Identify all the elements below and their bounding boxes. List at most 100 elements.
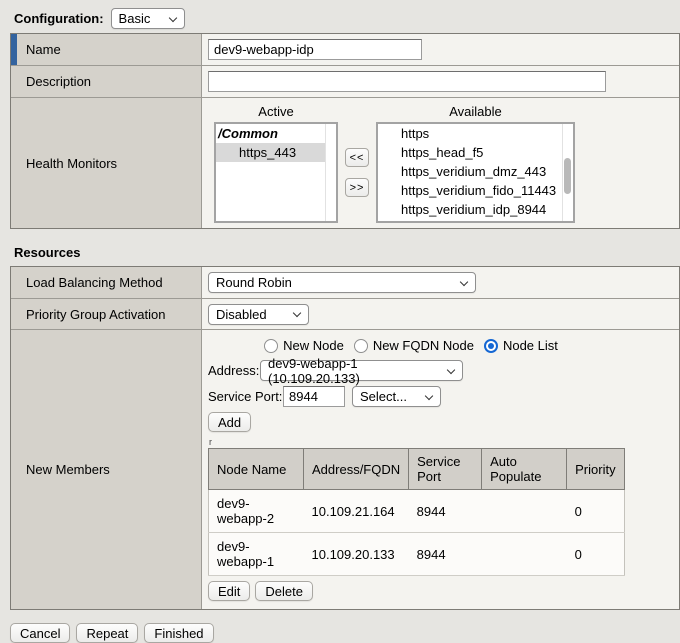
load-balancing-row: Load Balancing Method Round Robin xyxy=(11,267,679,299)
resources-section-title: Resources xyxy=(14,245,680,260)
port-preset-select[interactable]: Select... xyxy=(352,386,441,407)
spacer xyxy=(338,104,376,119)
cell-auto-populate xyxy=(482,533,567,576)
new-members-label-cell: New Members xyxy=(11,330,202,609)
configuration-select[interactable]: Basic xyxy=(111,8,185,29)
address-select-value: dev9-webapp-1 (10.109.20.133) xyxy=(268,356,439,386)
radio-option-new-node[interactable]: New Node xyxy=(264,338,344,353)
load-balancing-select-value: Round Robin xyxy=(216,275,292,290)
name-label: Name xyxy=(26,42,61,57)
new-members-value-cell: New Node New FQDN Node Node List Address… xyxy=(202,330,679,609)
service-port-label: Service Port: xyxy=(208,389,283,404)
available-monitor-item[interactable]: https_veridium_fido_11443 xyxy=(378,181,562,200)
address-label: Address: xyxy=(208,363,260,378)
priority-group-label: Priority Group Activation xyxy=(26,307,165,322)
address-line: Address: dev9-webapp-1 (10.109.20.133) xyxy=(208,360,679,381)
configuration-bar: Configuration: Basic xyxy=(0,0,680,33)
name-row: Name xyxy=(11,34,679,66)
cancel-button[interactable]: Cancel xyxy=(10,623,70,643)
active-list-scrollbar[interactable] xyxy=(325,124,336,221)
footer-actions: Cancel Repeat Finished xyxy=(10,623,680,643)
cell-service-port: 8944 xyxy=(409,533,482,576)
priority-group-label-cell: Priority Group Activation xyxy=(11,299,202,329)
priority-group-select[interactable]: Disabled xyxy=(208,304,309,325)
cell-priority: 0 xyxy=(567,533,624,576)
name-label-cell: Name xyxy=(11,34,202,65)
repeat-button[interactable]: Repeat xyxy=(76,623,138,643)
description-label: Description xyxy=(26,74,91,89)
header-service-port: Service Port xyxy=(409,449,482,490)
chevron-down-icon xyxy=(168,13,176,21)
cell-auto-populate xyxy=(482,490,567,533)
load-balancing-label: Load Balancing Method xyxy=(26,275,163,290)
active-partition-label: /Common xyxy=(216,124,336,143)
scrollbar-thumb[interactable] xyxy=(564,158,571,194)
move-to-available-button[interactable]: >> xyxy=(345,178,369,197)
service-port-input[interactable] xyxy=(283,386,345,407)
available-list-scrollbar[interactable] xyxy=(562,124,573,221)
radio-option-node-list[interactable]: Node List xyxy=(484,338,558,353)
move-to-active-button[interactable]: << xyxy=(345,148,369,167)
priority-group-select-value: Disabled xyxy=(216,307,267,322)
edit-button[interactable]: Edit xyxy=(208,581,250,601)
delete-button[interactable]: Delete xyxy=(255,581,313,601)
name-value-cell xyxy=(202,34,679,65)
cell-address: 10.109.20.133 xyxy=(304,533,409,576)
monitor-move-buttons: << >> xyxy=(338,122,376,223)
load-balancing-select[interactable]: Round Robin xyxy=(208,272,476,293)
new-members-label: New Members xyxy=(26,462,110,477)
cell-node-name: dev9-webapp-2 xyxy=(209,490,304,533)
members-header-row: Node Name Address/FQDN Service Port Auto… xyxy=(209,449,625,490)
chevron-down-icon xyxy=(447,365,455,373)
cell-address: 10.109.21.164 xyxy=(304,490,409,533)
configuration-select-value: Basic xyxy=(119,11,151,26)
description-value-cell xyxy=(202,66,679,97)
new-members-row: New Members New Node New FQDN Node Node … xyxy=(11,330,679,609)
radio-option-new-fqdn-node[interactable]: New FQDN Node xyxy=(354,338,474,353)
configuration-table: Name Description Health Monitors Active … xyxy=(10,33,680,229)
header-priority: Priority xyxy=(567,449,624,490)
member-row[interactable]: dev9-webapp-2 10.109.21.164 8944 0 xyxy=(209,490,625,533)
available-list-header: Available xyxy=(376,104,575,119)
name-input[interactable] xyxy=(208,39,422,60)
description-input[interactable] xyxy=(208,71,606,92)
radio-icon[interactable] xyxy=(264,339,278,353)
member-actions: Edit Delete xyxy=(208,581,679,601)
description-label-cell: Description xyxy=(11,66,202,97)
active-monitor-item[interactable]: https_443 xyxy=(216,143,325,162)
address-select[interactable]: dev9-webapp-1 (10.109.20.133) xyxy=(260,360,463,381)
chevron-down-icon xyxy=(460,277,468,285)
node-type-radio-group: New Node New FQDN Node Node List xyxy=(208,338,614,353)
cell-node-name: dev9-webapp-1 xyxy=(209,533,304,576)
finished-button[interactable]: Finished xyxy=(144,623,213,643)
port-preset-select-value: Select... xyxy=(360,389,407,404)
resources-table: Load Balancing Method Round Robin Priori… xyxy=(10,266,680,610)
cell-priority: 0 xyxy=(567,490,624,533)
priority-group-value-cell: Disabled xyxy=(202,299,679,329)
active-monitors-listbox[interactable]: /Common https_443 xyxy=(214,122,338,223)
header-auto-populate: Auto Populate xyxy=(482,449,567,490)
available-monitor-item[interactable]: https xyxy=(378,124,562,143)
available-monitors-listbox[interactable]: https https_head_f5 https_veridium_dmz_4… xyxy=(376,122,575,223)
available-monitor-item[interactable]: https_head_f5 xyxy=(378,143,562,162)
header-node-name: Node Name xyxy=(209,449,304,490)
radio-icon[interactable] xyxy=(354,339,368,353)
available-monitor-item[interactable]: https_veridium_idp_8944 xyxy=(378,200,562,219)
radio-selected-icon[interactable] xyxy=(484,339,498,353)
chevron-down-icon xyxy=(293,309,301,317)
member-row[interactable]: dev9-webapp-1 10.109.20.133 8944 0 xyxy=(209,533,625,576)
add-button[interactable]: Add xyxy=(208,412,251,432)
cell-service-port: 8944 xyxy=(409,490,482,533)
load-balancing-value-cell: Round Robin xyxy=(202,267,679,298)
configuration-label: Configuration: xyxy=(14,11,104,26)
header-address-fqdn: Address/FQDN xyxy=(304,449,409,490)
radio-label: New FQDN Node xyxy=(373,338,474,353)
available-monitor-item[interactable]: https_veridium_dmz_443 xyxy=(378,162,562,181)
stray-text: r xyxy=(209,437,679,447)
priority-group-row: Priority Group Activation Disabled xyxy=(11,299,679,330)
health-monitors-lists: /Common https_443 << >> https https_head… xyxy=(208,122,679,223)
members-table: Node Name Address/FQDN Service Port Auto… xyxy=(208,448,625,576)
description-row: Description xyxy=(11,66,679,98)
health-monitors-label: Health Monitors xyxy=(26,156,117,171)
health-monitors-value-cell: Active Available /Common https_443 << >>… xyxy=(202,98,679,228)
